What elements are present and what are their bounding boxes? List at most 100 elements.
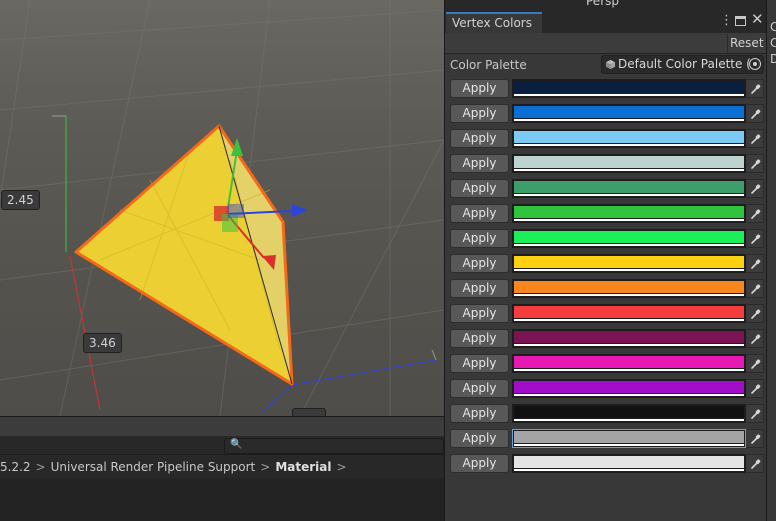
apply-color-button[interactable]: Apply [450,429,509,448]
asset-cube-icon [605,59,616,70]
tab-vertex-colors[interactable]: Vertex Colors [446,12,542,34]
apply-color-button[interactable]: Apply [450,379,509,398]
color-row: Apply [445,278,767,300]
eyedropper-button[interactable] [747,79,764,98]
reset-button[interactable]: Reset [727,34,765,53]
color-swatch[interactable] [512,279,746,298]
color-fill [514,356,744,368]
color-swatch[interactable] [512,179,746,198]
apply-color-button[interactable]: Apply [450,79,509,98]
apply-color-button[interactable]: Apply [450,279,509,298]
vertex-colors-panel: Vertex Colors ⋮ ✕ Reset Color Palette De… [444,0,767,521]
apply-color-button[interactable]: Apply [450,129,509,148]
color-swatch[interactable] [512,354,746,373]
eyedropper-button[interactable] [747,179,764,198]
apply-color-button[interactable]: Apply [450,229,509,248]
alpha-bar [514,369,744,371]
apply-color-button[interactable]: Apply [450,304,509,323]
z-axis-line [291,359,437,386]
alpha-bar [514,269,744,271]
eyedropper-button[interactable] [747,104,764,123]
eyedropper-button[interactable] [747,204,764,223]
color-swatch[interactable] [512,229,746,248]
color-swatch[interactable] [512,79,746,98]
color-palette-value: Default Color Palette (C [618,57,760,71]
eyedropper-icon [751,234,761,244]
color-swatch[interactable] [512,104,746,123]
eyedropper-icon [751,134,761,144]
more-options-icon[interactable]: ⋮ [720,13,733,28]
color-palette-row: Color Palette Default Color Palette (C [445,54,767,76]
eyedropper-button[interactable] [747,304,764,323]
color-swatch[interactable] [512,154,746,173]
color-fill [514,106,744,118]
color-swatch[interactable] [512,329,746,348]
color-fill [514,231,744,243]
breadcrumb-item-version[interactable]: 5.2.2 [0,460,31,474]
scene-canvas[interactable] [0,0,444,416]
color-fill [514,81,744,93]
close-icon[interactable]: ✕ [751,10,764,28]
apply-color-button[interactable]: Apply [450,404,509,423]
color-swatch[interactable] [512,379,746,398]
apply-color-button[interactable]: Apply [450,204,509,223]
color-palette-field[interactable]: Default Color Palette (C [601,55,764,74]
color-fill [514,281,744,293]
axis-tick-right [431,349,437,361]
eyedropper-button[interactable] [747,254,764,273]
color-swatch[interactable] [512,129,746,148]
apply-color-button[interactable]: Apply [450,104,509,123]
adjacent-panel-letter: D [770,52,776,66]
alpha-bar [514,244,744,246]
color-swatch[interactable] [512,404,746,423]
apply-color-button[interactable]: Apply [450,154,509,173]
eyedropper-button[interactable] [747,404,764,423]
alpha-bar [514,94,744,96]
eyedropper-button[interactable] [747,329,764,348]
chevron-right-icon: > [35,460,46,474]
breadcrumb-item-urp[interactable]: Universal Render Pipeline Support [51,460,256,474]
eyedropper-button[interactable] [747,279,764,298]
object-picker-icon[interactable] [749,58,761,70]
eyedropper-button[interactable] [747,129,764,148]
color-swatch[interactable] [512,454,746,473]
eyedropper-button[interactable] [747,379,764,398]
chevron-right-icon: > [336,460,347,474]
eyedropper-button[interactable] [747,354,764,373]
color-swatch[interactable] [512,304,746,323]
eyedropper-icon [751,184,761,194]
apply-color-button[interactable]: Apply [450,354,509,373]
apply-color-button[interactable]: Apply [450,329,509,348]
apply-color-button[interactable]: Apply [450,454,509,473]
color-fill [514,456,744,468]
eyedropper-icon [751,309,761,319]
color-row: Apply [445,78,767,100]
project-toolbar [0,416,444,436]
breadcrumb-item-material[interactable]: Material [275,460,331,474]
alpha-bar [514,419,744,421]
scene-view[interactable]: 2.45 3.46 [0,0,444,416]
eyedropper-icon [751,284,761,294]
dimension-label-height: 2.45 [1,190,40,210]
apply-color-button[interactable]: Apply [450,179,509,198]
maximize-icon[interactable] [735,16,746,26]
eyedropper-button[interactable] [747,429,764,448]
eyedropper-icon [751,459,761,469]
eyedropper-button[interactable] [747,229,764,248]
alpha-bar [514,344,744,346]
apply-color-button[interactable]: Apply [450,254,509,273]
eyedropper-button[interactable] [747,154,764,173]
color-swatch[interactable] [512,204,746,223]
alpha-bar [514,294,744,296]
alpha-bar [514,169,744,171]
color-swatch[interactable] [512,254,746,273]
dimension-label-partial [292,408,326,416]
project-content-area[interactable] [0,478,444,521]
color-swatch[interactable] [512,429,746,448]
orientation-gizmo-label[interactable]: Persp [586,0,619,8]
project-search-input[interactable]: 🔍 [224,438,444,454]
eyedropper-icon [751,359,761,369]
alpha-bar [514,394,744,396]
alpha-bar [514,444,744,446]
eyedropper-button[interactable] [747,454,764,473]
